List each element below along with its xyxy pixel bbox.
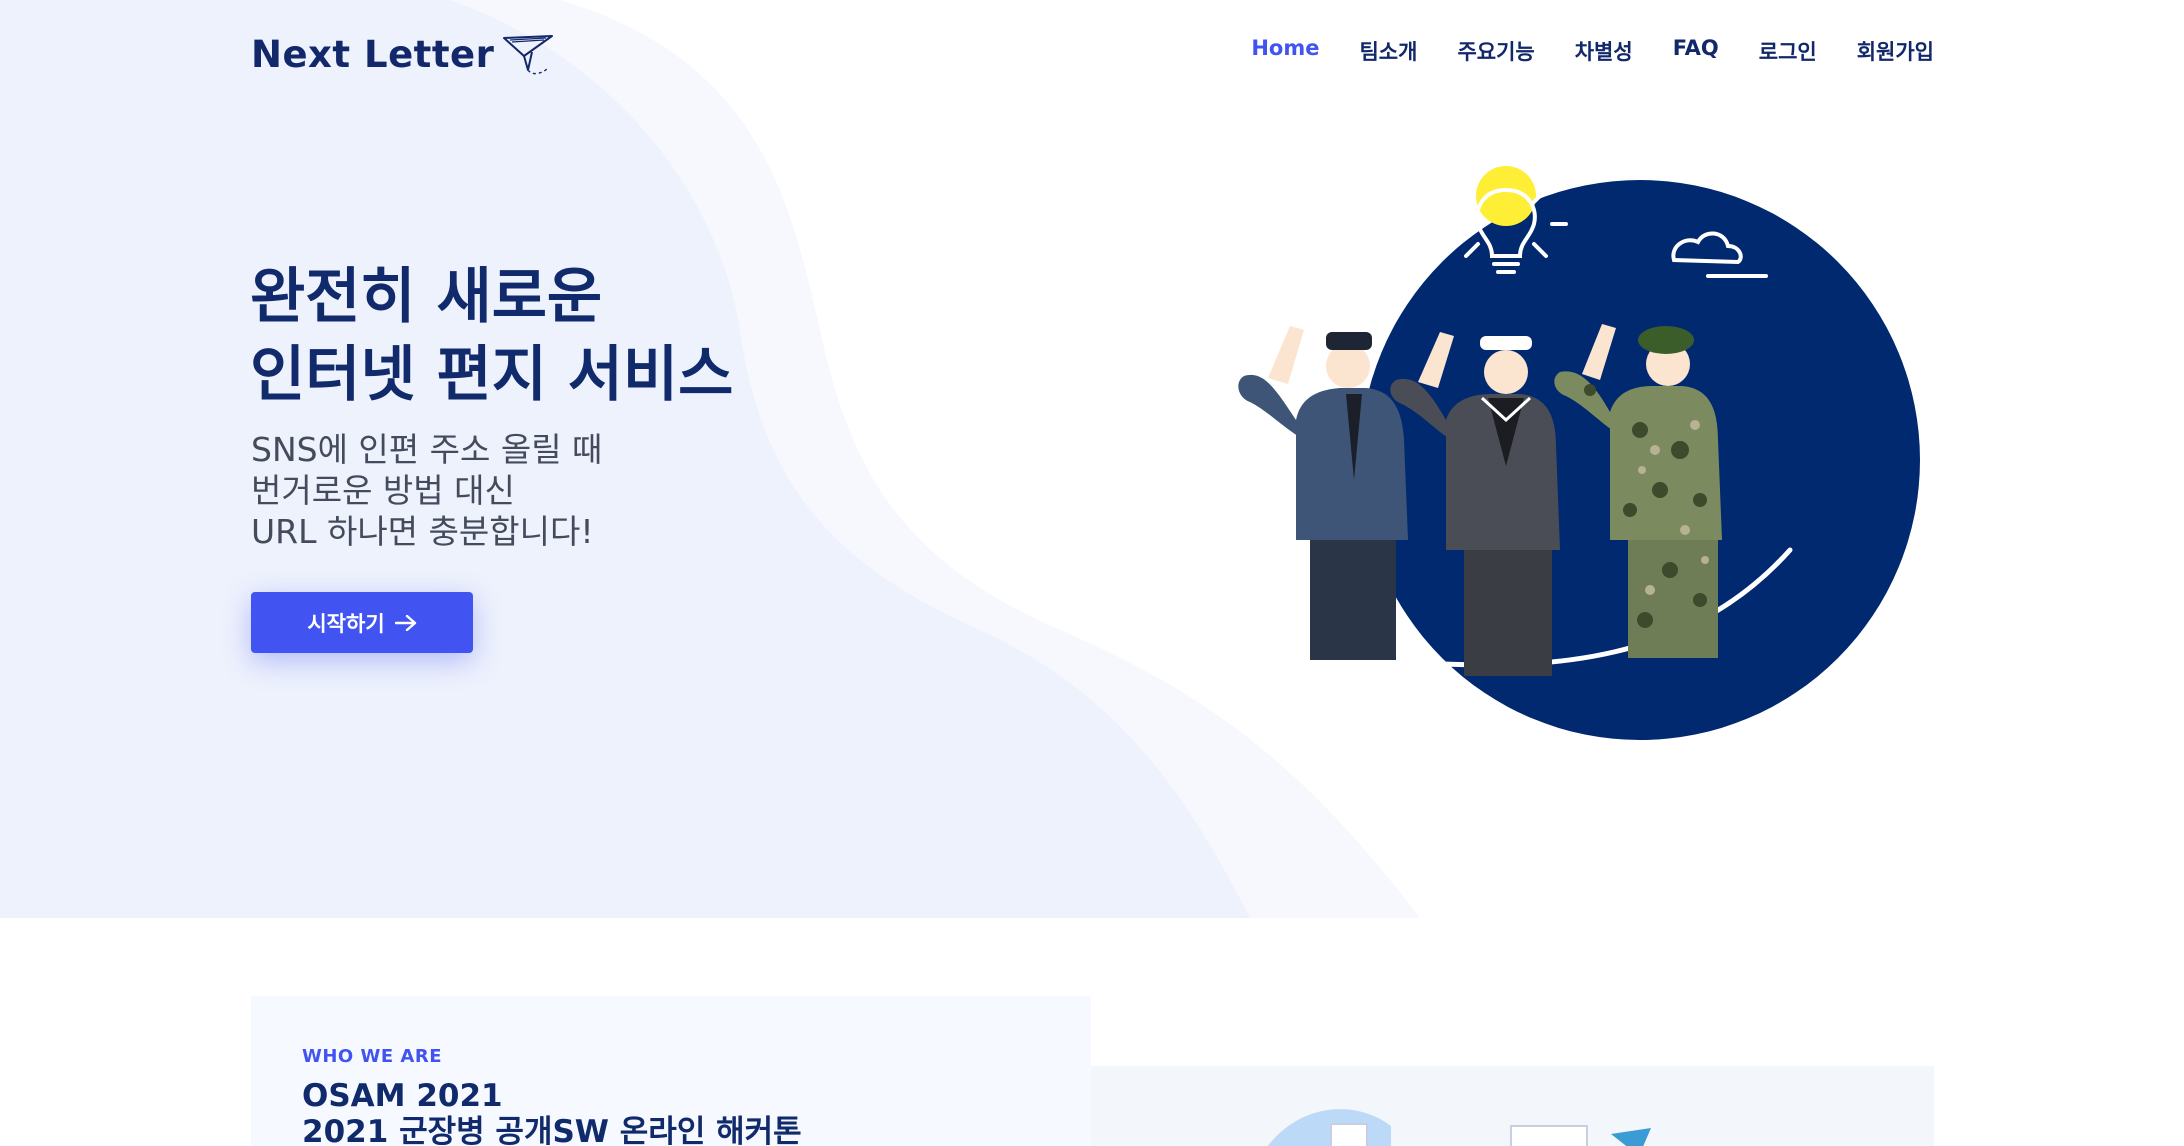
hero-subtitle-line: 번거로운 방법 대신	[251, 471, 515, 510]
hero-title-line: 완전히 새로운	[250, 262, 603, 332]
nav-item-signup[interactable]: 회원가입	[1857, 36, 1934, 66]
arrow-right-icon	[394, 614, 416, 631]
get-started-button[interactable]: 시작하기	[251, 592, 473, 653]
main-nav: Home 팀소개 주요기능 차별성 FAQ 로그인 회원가입	[1251, 36, 1934, 66]
about-eyebrow: WHO WE ARE	[302, 1046, 442, 1067]
hero-subtitle-line: URL 하나면 충분합니다!	[251, 512, 594, 551]
about-title-line: OSAM 2021	[302, 1078, 503, 1114]
logo[interactable]: Next Letter	[251, 32, 554, 76]
hero-subtitle-line: SNS에 인편 주소 올릴 때	[251, 430, 603, 469]
about-illustration	[1267, 1109, 1651, 1146]
page: Next Letter Home 팀소개 주요기능 차별성 FAQ 로그인 회원…	[0, 0, 2184, 1146]
saluting-soldiers-illustration	[1238, 166, 1920, 740]
nav-item-differentiation[interactable]: 차별성	[1575, 36, 1633, 66]
nav-item-team[interactable]: 팀소개	[1359, 36, 1417, 66]
hero-title-line: 인터넷 편지 서비스	[250, 340, 734, 410]
paper-plane-icon	[503, 35, 554, 75]
about-title-line: 2021 군장병 공개SW 온라인 해커톤	[302, 1114, 802, 1146]
nav-item-home[interactable]: Home	[1251, 36, 1319, 66]
about-title: OSAM 2021 2021 군장병 공개SW 온라인 해커톤	[302, 1078, 802, 1146]
nav-item-features[interactable]: 주요기능	[1457, 36, 1534, 66]
nav-item-login[interactable]: 로그인	[1759, 36, 1817, 66]
logo-text: Next Letter	[251, 32, 495, 76]
about-image	[1091, 1066, 1934, 1146]
nav-item-faq[interactable]: FAQ	[1673, 36, 1719, 66]
hero-title: 완전히 새로운 인터넷 편지 서비스	[250, 258, 733, 414]
get-started-label: 시작하기	[307, 611, 385, 636]
hero-subtitle: SNS에 인편 주소 올릴 때 번거로운 방법 대신 URL 하나면 충분합니다…	[251, 429, 602, 552]
